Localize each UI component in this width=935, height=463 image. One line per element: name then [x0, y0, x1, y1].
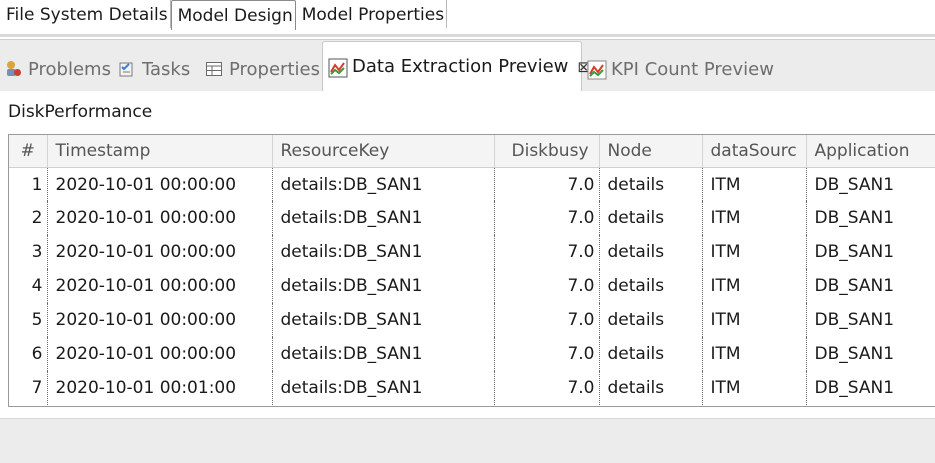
table-row[interactable]: 5 2020-10-01 00:00:00 details:DB_SAN1 7.…: [9, 303, 935, 337]
chart-icon: [328, 58, 348, 77]
column-header-application[interactable]: Application: [806, 135, 935, 168]
cell-diskbusy: 7.0: [494, 167, 600, 201]
cell-node: details: [599, 167, 703, 201]
cell-resourcekey: details:DB_SAN1: [272, 371, 495, 405]
cell-timestamp: 2020-10-01 00:00:00: [47, 269, 273, 303]
cell-datasource: ITM: [702, 303, 807, 337]
tab-model-properties[interactable]: Model Properties: [296, 0, 448, 28]
view-tab-bar: Problems Tasks Properties Data Extractio…: [0, 39, 935, 91]
cell-diskbusy: 7.0: [494, 303, 600, 337]
cell-application: DB_SAN1: [806, 371, 935, 405]
tab-tasks-label: Tasks: [142, 58, 191, 80]
table-row[interactable]: 2 2020-10-01 00:00:00 details:DB_SAN1 7.…: [9, 201, 935, 235]
cell-diskbusy: 7.0: [494, 201, 600, 235]
cell-datasource: ITM: [702, 235, 807, 269]
column-header-timestamp[interactable]: Timestamp: [47, 135, 273, 168]
cell-index: 5: [9, 303, 48, 337]
tab-model-design[interactable]: Model Design: [170, 0, 296, 30]
tab-properties-label: Properties: [229, 58, 320, 80]
data-extraction-view: DiskPerformance # Timestamp ResourceKey …: [0, 91, 935, 418]
cell-diskbusy: 7.0: [494, 235, 600, 269]
tab-problems[interactable]: Problems: [4, 49, 111, 89]
cell-timestamp: 2020-10-01 00:00:00: [47, 167, 273, 201]
cell-resourcekey: details:DB_SAN1: [272, 235, 495, 269]
table-row[interactable]: 1 2020-10-01 00:00:00 details:DB_SAN1 7.…: [9, 167, 935, 201]
column-header-resourcekey[interactable]: ResourceKey: [272, 135, 495, 168]
table-row[interactable]: 7 2020-10-01 00:01:00 details:DB_SAN1 7.…: [9, 371, 935, 405]
cell-node: details: [599, 371, 703, 405]
column-header-node[interactable]: Node: [599, 135, 703, 168]
problems-icon: [4, 60, 22, 78]
cell-resourcekey: details:DB_SAN1: [272, 337, 495, 371]
cell-application: DB_SAN1: [806, 167, 935, 201]
cell-timestamp: 2020-10-01 00:00:00: [47, 201, 273, 235]
preview-table-frame: # Timestamp ResourceKey Diskbusy Node da…: [8, 134, 935, 407]
cell-resourcekey: details:DB_SAN1: [272, 269, 495, 303]
tab-kpi-count-label: KPI Count Preview: [611, 58, 774, 80]
cell-application: DB_SAN1: [806, 269, 935, 303]
cell-node: details: [599, 337, 703, 371]
cell-resourcekey: details:DB_SAN1: [272, 201, 495, 235]
cell-diskbusy: 7.0: [494, 337, 600, 371]
cell-resourcekey: details:DB_SAN1: [272, 303, 495, 337]
tasks-icon: [118, 60, 136, 78]
cell-application: DB_SAN1: [806, 337, 935, 371]
cell-timestamp: 2020-10-01 00:00:00: [47, 303, 273, 337]
preview-table: # Timestamp ResourceKey Diskbusy Node da…: [9, 135, 935, 405]
column-header-datasource[interactable]: dataSourc: [702, 135, 807, 168]
chart-icon: [587, 60, 607, 80]
tab-file-system-details[interactable]: File System Details: [0, 0, 171, 28]
cell-datasource: ITM: [702, 337, 807, 371]
table-row[interactable]: 6 2020-10-01 00:00:00 details:DB_SAN1 7.…: [9, 337, 935, 371]
cell-node: details: [599, 201, 703, 235]
cell-application: DB_SAN1: [806, 201, 935, 235]
cell-node: details: [599, 235, 703, 269]
tab-properties[interactable]: Properties: [205, 49, 320, 89]
cell-timestamp: 2020-10-01 00:00:00: [47, 235, 273, 269]
cell-datasource: ITM: [702, 167, 807, 201]
cell-index: 1: [9, 167, 48, 201]
tab-data-extraction-label: Data Extraction Preview: [352, 56, 569, 77]
cell-datasource: ITM: [702, 371, 807, 405]
cell-datasource: ITM: [702, 201, 807, 235]
cell-resourcekey: details:DB_SAN1: [272, 167, 495, 201]
cell-index: 7: [9, 371, 48, 405]
editor-tab-bar: File System Details Model Design Model P…: [0, 0, 935, 34]
cell-diskbusy: 7.0: [494, 269, 600, 303]
tab-kpi-count-preview[interactable]: KPI Count Preview: [587, 49, 774, 89]
status-area: [0, 418, 935, 463]
column-header-diskbusy[interactable]: Diskbusy: [494, 135, 600, 168]
cell-datasource: ITM: [702, 269, 807, 303]
tab-problems-label: Problems: [28, 58, 111, 80]
table-row[interactable]: 4 2020-10-01 00:00:00 details:DB_SAN1 7.…: [9, 269, 935, 303]
properties-icon: [205, 60, 223, 78]
cell-diskbusy: 7.0: [494, 371, 600, 405]
cell-index: 3: [9, 235, 48, 269]
table-header-row: # Timestamp ResourceKey Diskbusy Node da…: [9, 135, 935, 168]
table-row[interactable]: 3 2020-10-01 00:00:00 details:DB_SAN1 7.…: [9, 235, 935, 269]
cell-index: 4: [9, 269, 48, 303]
cell-index: 6: [9, 337, 48, 371]
cell-application: DB_SAN1: [806, 303, 935, 337]
view-title: DiskPerformance: [8, 102, 153, 122]
cell-node: details: [599, 269, 703, 303]
cell-timestamp: 2020-10-01 00:00:00: [47, 337, 273, 371]
cell-application: DB_SAN1: [806, 235, 935, 269]
cell-node: details: [599, 303, 703, 337]
tab-tasks[interactable]: Tasks: [118, 49, 190, 89]
cell-timestamp: 2020-10-01 00:01:00: [47, 371, 273, 405]
cell-index: 2: [9, 201, 48, 235]
tab-data-extraction-preview[interactable]: Data Extraction Preview ⊠: [322, 41, 590, 91]
column-header-index[interactable]: #: [9, 135, 48, 168]
